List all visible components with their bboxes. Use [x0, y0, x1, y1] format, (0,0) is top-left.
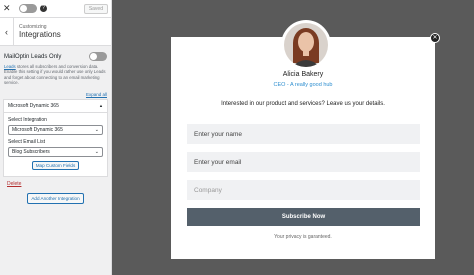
back-chevron-icon[interactable]: ‹	[0, 18, 14, 45]
select-list-label: Select Email List	[8, 138, 45, 145]
leads-link[interactable]: Leads	[4, 64, 16, 69]
help-icon[interactable]: ?	[40, 5, 47, 12]
avatar-frame	[281, 20, 331, 70]
customizer-sidebar: ✕ ? Saved ‹ Customizing Integrations Mai…	[0, 0, 112, 275]
integration-title: Microsoft Dynamic 365	[8, 102, 59, 109]
integration-select[interactable]: Microsoft Dynamic 365 ⌄	[8, 124, 103, 135]
add-integration-button[interactable]: Add Another Integration	[27, 192, 84, 204]
integration-panel: Microsoft Dynamic 365 ▲ Select Integrati…	[3, 98, 108, 177]
leads-only-label: MailOptin Leads Only	[4, 53, 62, 60]
integration-select-value: Microsoft Dynamic 365	[12, 126, 63, 133]
email-field[interactable]	[187, 152, 420, 172]
chevron-down-icon: ⌄	[94, 148, 99, 155]
select-integration-label: Select Integration	[8, 116, 47, 123]
leads-description: Leads stores all subscribers and convers…	[0, 61, 111, 86]
avatar	[284, 23, 328, 67]
delete-link[interactable]: Delete	[0, 177, 111, 190]
saved-button[interactable]: Saved	[83, 3, 108, 14]
person-role: CEO - A really good hub	[273, 82, 333, 88]
caret-up-icon[interactable]: ▲	[99, 103, 103, 108]
privacy-note: Your privacy is garanteed.	[274, 234, 332, 240]
chevron-down-icon: ⌄	[94, 126, 99, 133]
expand-all-link[interactable]: Expand all	[0, 86, 111, 99]
section-title: Integrations	[19, 30, 61, 39]
leads-only-toggle[interactable]	[89, 52, 107, 61]
close-icon[interactable]: ✕	[3, 3, 13, 14]
customizer-topbar: ✕ ? Saved	[0, 0, 111, 18]
section-header: ‹ Customizing Integrations	[0, 18, 111, 46]
optin-headline: Interested in our product and services? …	[221, 101, 385, 107]
email-list-select[interactable]: Blog Subscribers ⌄	[8, 146, 103, 157]
leads-description-text: stores all subscribers and conversion da…	[4, 64, 106, 86]
email-list-select-value: Blog Subscribers	[12, 148, 50, 155]
map-custom-fields-button[interactable]: Map Custom Fields	[31, 160, 80, 170]
leads-only-row: MailOptin Leads Only	[0, 46, 111, 61]
preview-toggle[interactable]	[19, 4, 37, 13]
name-field[interactable]	[187, 124, 420, 144]
person-name: Alicia Bakery	[282, 71, 324, 78]
subscribe-button[interactable]: Subscribe Now	[187, 208, 420, 226]
company-field[interactable]	[187, 180, 420, 200]
integration-header[interactable]: Microsoft Dynamic 365 ▲	[4, 100, 107, 113]
modal-close-icon[interactable]: ✕	[430, 33, 440, 43]
